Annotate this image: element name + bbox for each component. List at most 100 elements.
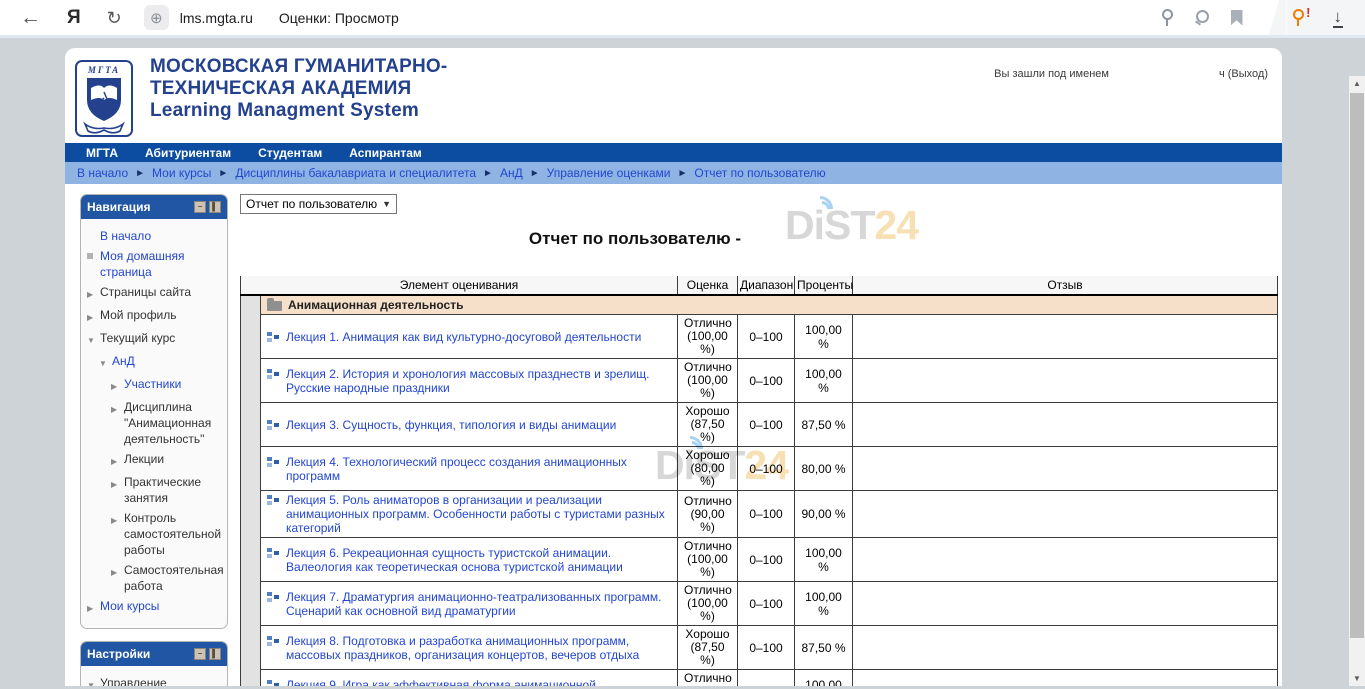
sidebar-item[interactable]: ▶Дисциплина "Анимационная деятельность": [111, 397, 223, 449]
sidebar-item[interactable]: ▶Самостоятельная работа: [111, 560, 223, 596]
feedback-cell: [853, 538, 1278, 582]
item-link[interactable]: Лекция 6. Рекреационная сущность туристс…: [286, 546, 671, 574]
block-collapse-icon[interactable]: −: [194, 648, 206, 660]
scroll-up-icon[interactable]: ▲: [1349, 76, 1365, 91]
sidebar-item[interactable]: Моя домашняя страница: [87, 246, 223, 282]
col-header-grade: Оценка: [678, 276, 738, 295]
sidebar-item-label: Мой профиль: [100, 307, 177, 323]
item-link[interactable]: Лекция 1. Анимация как вид культурно-дос…: [286, 330, 641, 344]
grade-row: Лекция 2. История и хронология массовых …: [241, 359, 1278, 403]
arrow-down-icon: ▼: [99, 356, 112, 372]
nav-item-аспирантам[interactable]: Аспирантам: [349, 146, 422, 160]
grade-row: Лекция 6. Рекреационная сущность туристс…: [241, 538, 1278, 582]
arrow-right-icon: ▶: [111, 513, 124, 529]
downloads-icon[interactable]: ↓: [1333, 8, 1344, 28]
grade-cell: Отлично(90,00 %): [678, 491, 738, 538]
breadcrumb-item[interactable]: Управление оценками: [547, 166, 671, 180]
sidebar-item-label: Контроль самостоятельной работы: [124, 510, 223, 558]
item-link[interactable]: Лекция 9. Игра как эффективная форма ани…: [286, 678, 671, 687]
range-cell: 0–100: [738, 447, 795, 491]
col-header-range: Диапазон: [738, 276, 795, 295]
block-collapse-icon[interactable]: −: [194, 201, 206, 213]
grade-value: Отлично: [684, 495, 731, 508]
percent-cell: 100,00 %: [795, 670, 853, 687]
table-header-row: Элемент оцениванияОценкаДиапазонПроценты…: [241, 276, 1278, 295]
breadcrumb-item[interactable]: Отчет по пользователю: [694, 166, 825, 180]
feedback-cell: [853, 582, 1278, 626]
zoom-icon[interactable]: [1194, 10, 1209, 25]
sidebar-item[interactable]: ▼АнД: [99, 351, 223, 374]
lesson-icon: [267, 679, 280, 687]
sidebar: Навигация − ▌ В началоМоя домашняя стран…: [80, 194, 228, 686]
item-link[interactable]: Лекция 7. Драматургия анимационно-театра…: [286, 590, 671, 618]
lesson-icon: [267, 456, 280, 468]
breadcrumb-separator: ►: [530, 168, 540, 179]
arrow-right-icon: ▶: [111, 477, 124, 493]
site-globe-icon[interactable]: ⊕: [144, 5, 169, 30]
nav-item-мгта[interactable]: МГТА: [86, 146, 118, 160]
site-content: МГТА МОСКОВСКАЯ ГУМАНИТАРНО- ТЕХНИЧЕСКАЯ…: [65, 48, 1282, 686]
block-dock-icon[interactable]: ▌: [209, 201, 221, 213]
back-icon[interactable]: ←: [20, 7, 41, 28]
sidebar-item[interactable]: ▶Контроль самостоятельной работы: [111, 508, 223, 560]
page-background: МГТА МОСКОВСКАЯ ГУМАНИТАРНО- ТЕХНИЧЕСКАЯ…: [0, 38, 1365, 686]
sidebar-item[interactable]: ▶Мои курсы: [87, 596, 223, 619]
grade-percent: (100,00 %): [684, 685, 731, 686]
password-manager-icon[interactable]: [1162, 9, 1172, 26]
range-cell: 0–100: [738, 626, 795, 670]
feedback-cell: [853, 491, 1278, 538]
sidebar-item-label: Страницы сайта: [100, 284, 191, 300]
breadcrumb: В начало ► Мои курсы ► Дисциплины бакалавриа…: [65, 162, 1282, 184]
sidebar-item[interactable]: ▼Текущий курс: [87, 328, 223, 351]
breadcrumb-item[interactable]: Дисциплины бакалавриата и специалитета: [235, 166, 476, 180]
grade-cell: Отлично(100,00 %): [678, 538, 738, 582]
sidebar-item[interactable]: ▶Лекции: [111, 449, 223, 472]
item-name-cell: Лекция 5. Роль аниматоров в организации …: [261, 491, 678, 538]
category-row: Анимационная деятельность: [241, 295, 1278, 315]
item-name-cell: Лекция 2. История и хронология массовых …: [261, 359, 678, 403]
item-link[interactable]: Лекция 2. История и хронология массовых …: [286, 367, 671, 395]
item-link[interactable]: Лекция 8. Подготовка и разработка анимац…: [286, 634, 671, 662]
range-cell: 0–100: [738, 582, 795, 626]
sidebar-item[interactable]: ▶Практические занятия: [111, 472, 223, 508]
breadcrumb-item[interactable]: АнД: [500, 166, 523, 180]
item-link[interactable]: Лекция 4. Технологический процесс создан…: [286, 455, 671, 483]
nav-item-абитуриентам[interactable]: Абитуриентам: [145, 146, 231, 160]
report-type-select[interactable]: Отчет по пользователю ▼: [240, 194, 397, 214]
login-status: Вы зашли под именем ч (Выход): [994, 68, 1268, 80]
breadcrumb-separator: ►: [218, 168, 228, 179]
folder-icon: [267, 301, 282, 311]
breadcrumb-item[interactable]: В начало: [77, 166, 128, 180]
sidebar-item[interactable]: ▶Участники: [111, 374, 223, 397]
sidebar-item[interactable]: ▶Мой профиль: [87, 305, 223, 328]
lesson-icon: [267, 368, 280, 380]
sidebar-item[interactable]: ▼Управление оценками: [87, 673, 223, 686]
sidebar-item[interactable]: В начало: [87, 226, 223, 246]
square-icon: [87, 251, 100, 259]
logout-link[interactable]: ч (Выход): [1219, 68, 1268, 80]
address-url[interactable]: lms.mgta.ru: [180, 10, 253, 26]
extension-key-icon[interactable]: !: [1293, 9, 1303, 26]
breadcrumb-item[interactable]: Мои курсы: [152, 166, 211, 180]
bookmark-icon[interactable]: [1231, 10, 1243, 26]
percent-cell: 100,00 %: [795, 359, 853, 403]
range-cell: 0–100: [738, 538, 795, 582]
scrollbar-thumb[interactable]: [1350, 93, 1364, 638]
lesson-icon: [267, 547, 280, 559]
grade-cell: Хорошо(80,00 %): [678, 447, 738, 491]
page-scrollbar[interactable]: ▲ ▼: [1349, 76, 1365, 686]
percent-cell: 87,50 %: [795, 403, 853, 447]
yandex-logo-icon[interactable]: Я: [67, 8, 81, 27]
nav-item-студентам[interactable]: Студентам: [258, 146, 322, 160]
scroll-down-icon[interactable]: ▼: [1349, 671, 1365, 686]
item-link[interactable]: Лекция 3. Сущность, функция, типология и…: [286, 418, 616, 432]
item-link[interactable]: Лекция 5. Роль аниматоров в организации …: [286, 493, 671, 535]
feedback-cell: [853, 403, 1278, 447]
sidebar-item[interactable]: ▶Страницы сайта: [87, 282, 223, 305]
block-dock-icon[interactable]: ▌: [209, 648, 221, 660]
grade-row: Лекция 4. Технологический процесс создан…: [241, 447, 1278, 491]
refresh-icon[interactable]: ↻: [107, 9, 122, 27]
grade-cell: Отлично(100,00 %): [678, 670, 738, 687]
login-prefix: Вы зашли под именем: [994, 68, 1109, 80]
arrow-right-icon: ▶: [111, 402, 124, 418]
